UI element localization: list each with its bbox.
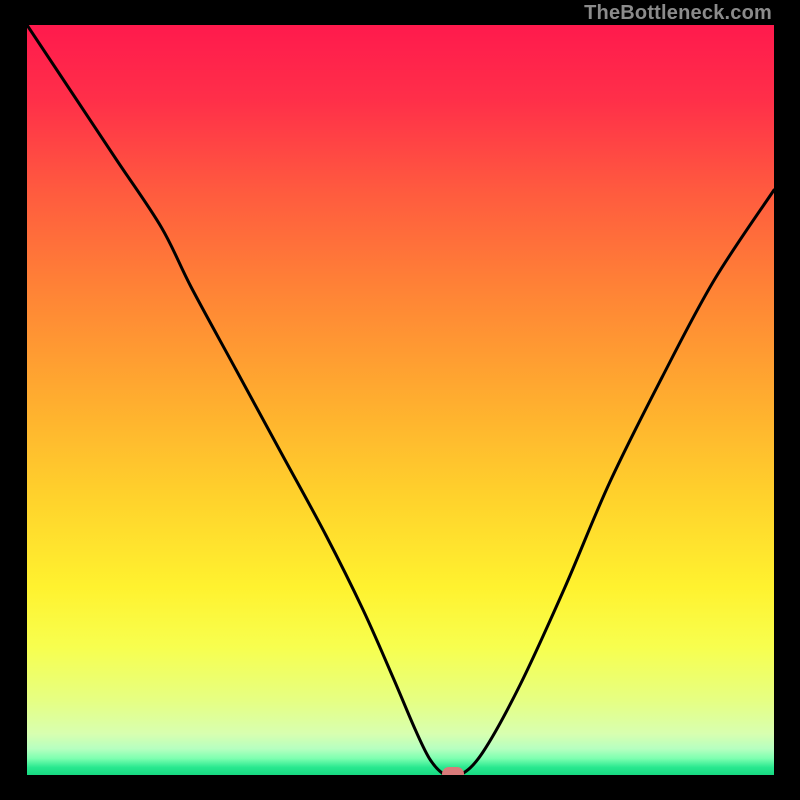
optimal-marker xyxy=(442,767,464,775)
watermark-label: TheBottleneck.com xyxy=(584,2,772,25)
chart-frame: TheBottleneck.com xyxy=(0,0,800,800)
plot-area xyxy=(27,25,774,775)
gradient-background xyxy=(27,25,774,775)
chart-svg xyxy=(27,25,774,775)
